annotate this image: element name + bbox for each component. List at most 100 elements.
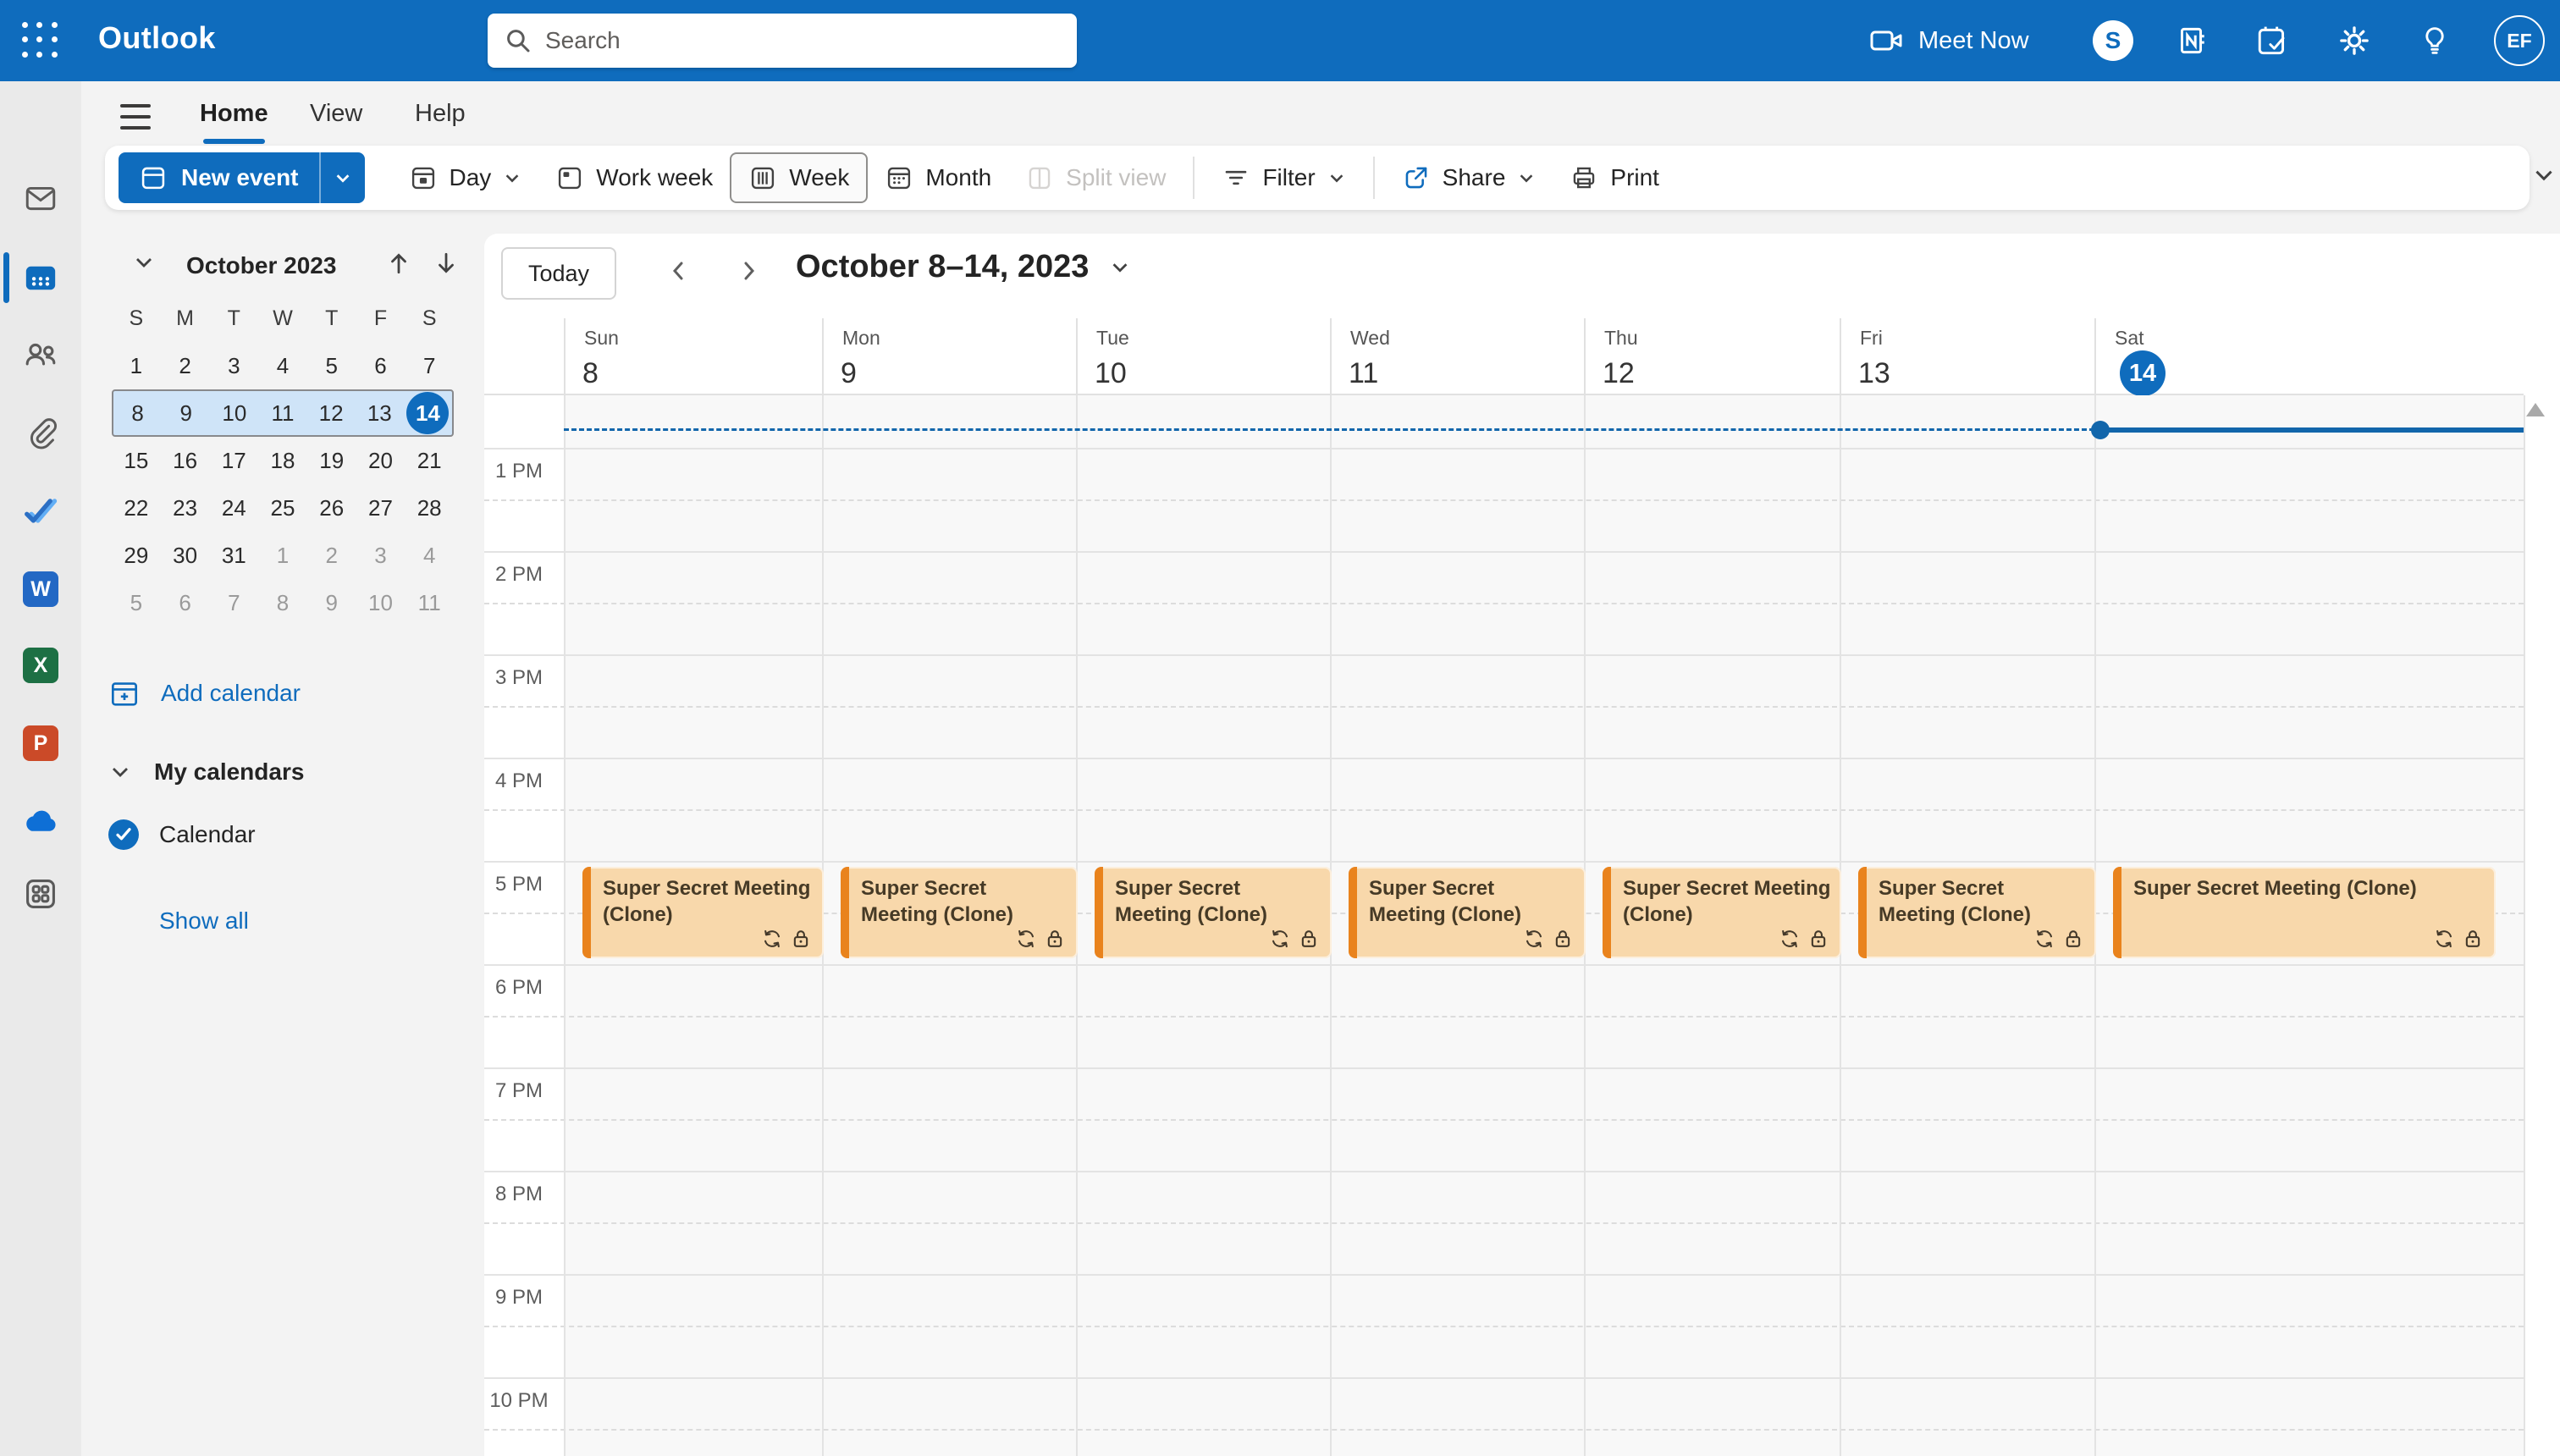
print-button[interactable]: Print: [1553, 152, 1676, 203]
collapse-ribbon-chevron[interactable]: [2531, 163, 2557, 188]
rail-excel-icon[interactable]: X: [0, 631, 81, 699]
minical-day-cell[interactable]: 12: [307, 391, 356, 435]
my-day-icon[interactable]: [2255, 23, 2291, 58]
minical-day-cell[interactable]: 20: [356, 437, 406, 484]
tab-view[interactable]: View: [310, 88, 362, 139]
calendar-checked-icon[interactable]: [108, 819, 139, 850]
minical-day-cell[interactable]: 16: [161, 437, 210, 484]
view-work-week-button[interactable]: Work week: [538, 152, 730, 203]
minical-day-cell[interactable]: 18: [258, 437, 307, 484]
rail-apps-icon[interactable]: [0, 860, 81, 928]
minical-day-cell[interactable]: 8: [258, 579, 307, 626]
minical-day-cell[interactable]: 9: [162, 391, 210, 435]
sidebar-item-calendar[interactable]: Calendar: [108, 819, 256, 850]
minical-day-cell[interactable]: 22: [112, 484, 161, 532]
hamburger-menu-icon[interactable]: [115, 97, 156, 132]
filter-button[interactable]: Filter: [1205, 152, 1362, 203]
minical-day-cell[interactable]: 30: [161, 532, 210, 579]
scroll-up-arrow[interactable]: [2526, 403, 2545, 416]
rail-word-icon[interactable]: W: [0, 555, 81, 623]
day-column-header-tue[interactable]: Tue 10: [1076, 318, 1330, 395]
rail-attachments-icon[interactable]: [0, 398, 81, 466]
calendar-event[interactable]: Super Secret Meeting (Clone): [582, 867, 824, 958]
minical-day-cell[interactable]: 13: [356, 391, 404, 435]
minical-day-cell[interactable]: 31: [209, 532, 258, 579]
day-column-header-mon[interactable]: Mon 9: [822, 318, 1076, 395]
search-bar[interactable]: [488, 14, 1077, 68]
meet-now-button[interactable]: Meet Now: [1869, 0, 2029, 81]
date-range-title[interactable]: October 8–14, 2023: [796, 249, 1131, 285]
onenote-icon[interactable]: [2174, 23, 2210, 58]
rail-mail-icon[interactable]: [0, 164, 81, 232]
minical-prev-arrow-icon[interactable]: [386, 251, 411, 276]
minical-day-cell[interactable]: 17: [209, 437, 258, 484]
show-all-link[interactable]: Show all: [159, 907, 249, 935]
add-calendar-button[interactable]: Add calendar: [108, 677, 301, 709]
today-button[interactable]: Today: [501, 247, 617, 300]
settings-gear-icon[interactable]: [2337, 23, 2372, 58]
next-week-chevron[interactable]: [735, 257, 762, 284]
minical-day-cell[interactable]: 6: [161, 579, 210, 626]
minical-day-cell[interactable]: 23: [161, 484, 210, 532]
tips-lightbulb-icon[interactable]: [2418, 24, 2452, 58]
skype-icon[interactable]: S: [2093, 20, 2133, 61]
app-launcher-icon[interactable]: [22, 22, 59, 59]
minical-day-cell[interactable]: 10: [210, 391, 258, 435]
minical-day-cell[interactable]: 15: [112, 437, 161, 484]
minical-day-cell[interactable]: 14: [404, 391, 452, 435]
minical-day-cell[interactable]: 24: [209, 484, 258, 532]
calendar-event[interactable]: Super Secret Meeting (Clone): [1349, 867, 1586, 958]
rail-people-icon[interactable]: [0, 322, 81, 389]
view-month-button[interactable]: Month: [868, 152, 1008, 203]
minical-day-cell[interactable]: 11: [405, 579, 454, 626]
calendar-event[interactable]: Super Secret Meeting (Clone): [841, 867, 1078, 958]
calendar-event[interactable]: Super Secret Meeting (Clone): [2113, 867, 2496, 958]
rail-powerpoint-icon[interactable]: P: [0, 709, 81, 777]
minical-day-cell[interactable]: 8: [113, 391, 162, 435]
account-avatar[interactable]: EF: [2494, 15, 2545, 66]
calendar-event[interactable]: Super Secret Meeting (Clone): [1095, 867, 1332, 958]
minical-month-title[interactable]: October 2023: [186, 252, 336, 279]
minical-day-cell[interactable]: 28: [405, 484, 454, 532]
minical-day-cell[interactable]: 9: [307, 579, 356, 626]
calendar-grid[interactable]: 1 PM 2 PM 3 PM 4 PM 5 PM 6 PM 7 PM 8 PM 9 PM 10 P…: [484, 395, 2560, 1456]
minical-day-cell[interactable]: 27: [356, 484, 406, 532]
minical-day-cell[interactable]: 1: [258, 532, 307, 579]
tab-home[interactable]: Home: [200, 88, 268, 144]
minical-day-cell[interactable]: 26: [307, 484, 356, 532]
minical-day-cell[interactable]: 7: [209, 579, 258, 626]
my-calendars-group[interactable]: My calendars: [108, 758, 304, 786]
minical-day-cell[interactable]: 3: [209, 342, 258, 389]
minical-day-cell[interactable]: 4: [258, 342, 307, 389]
minical-day-cell[interactable]: 21: [405, 437, 454, 484]
minical-day-cell[interactable]: 25: [258, 484, 307, 532]
previous-week-chevron[interactable]: [665, 257, 692, 284]
view-day-button[interactable]: Day: [392, 152, 539, 203]
day-column-header-fri[interactable]: Fri 13: [1840, 318, 2094, 395]
tab-help[interactable]: Help: [415, 88, 466, 139]
minical-day-cell[interactable]: 10: [356, 579, 406, 626]
view-week-button[interactable]: Week: [730, 152, 869, 203]
new-event-dropdown-chevron[interactable]: [318, 152, 365, 203]
minical-day-cell[interactable]: 2: [307, 532, 356, 579]
minical-day-cell[interactable]: 5: [307, 342, 356, 389]
minical-day-cell[interactable]: 2: [161, 342, 210, 389]
day-column-header-thu[interactable]: Thu 12: [1584, 318, 1840, 395]
minical-day-cell[interactable]: 3: [356, 532, 406, 579]
rail-calendar-icon[interactable]: [0, 244, 81, 312]
day-column-header-sat[interactable]: Sat 14: [2094, 318, 2524, 396]
calendar-event[interactable]: Super Secret Meeting (Clone): [1858, 867, 2096, 958]
day-column-header-wed[interactable]: Wed 11: [1330, 318, 1584, 395]
minical-day-cell[interactable]: 6: [356, 342, 406, 389]
calendar-event[interactable]: Super Secret Meeting (Clone): [1603, 867, 1841, 958]
minical-day-cell[interactable]: 19: [307, 437, 356, 484]
rail-onedrive-icon[interactable]: [0, 789, 81, 857]
rail-todo-icon[interactable]: [0, 477, 81, 545]
minical-collapse-chevron[interactable]: [132, 251, 156, 274]
share-button[interactable]: Share: [1385, 152, 1553, 203]
minical-day-cell[interactable]: 7: [405, 342, 454, 389]
minical-day-cell[interactable]: 5: [112, 579, 161, 626]
minical-day-cell[interactable]: 1: [112, 342, 161, 389]
minical-next-arrow-icon[interactable]: [433, 251, 459, 276]
new-event-button[interactable]: New event: [119, 152, 365, 203]
